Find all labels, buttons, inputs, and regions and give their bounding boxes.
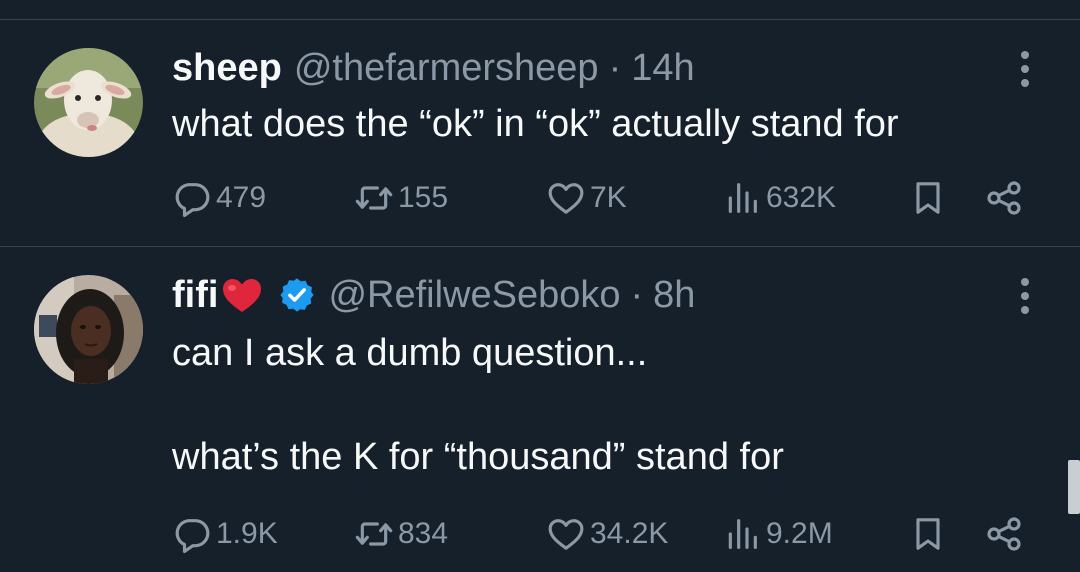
reply-icon — [175, 183, 210, 218]
avatar[interactable] — [34, 48, 143, 157]
like-button[interactable]: 34.2K — [546, 511, 668, 557]
tweet-sheep[interactable]: sheep @thefarmersheep · 14h what does th… — [0, 20, 1080, 246]
more-options-button[interactable] — [1010, 274, 1040, 318]
like-icon — [548, 183, 584, 214]
retweet-button[interactable]: 834 — [354, 511, 448, 557]
woman-avatar-image — [34, 275, 143, 384]
retweet-icon — [355, 186, 393, 210]
sheep-avatar-image — [34, 48, 143, 157]
like-icon — [548, 519, 584, 550]
retweet-count: 155 — [398, 181, 449, 214]
display-name[interactable]: sheep — [172, 46, 282, 90]
views-icon — [728, 519, 757, 549]
reply-button[interactable]: 479 — [172, 175, 266, 221]
views-count: 632K — [766, 181, 837, 214]
more-icon — [1021, 278, 1029, 314]
share-icon — [987, 517, 1021, 551]
tweet-text: what does the “ok” in “ok” actually stan… — [172, 98, 899, 150]
avatar[interactable] — [34, 275, 143, 384]
like-count: 34.2K — [590, 517, 669, 550]
timeline-feed: sheep @thefarmersheep · 14h what does th… — [0, 0, 1080, 572]
more-options-button[interactable] — [1010, 47, 1040, 91]
share-button[interactable] — [984, 175, 1024, 221]
share-button[interactable] — [984, 511, 1024, 557]
tweet-text-line: what’s the K for “thousand” stand for — [172, 436, 784, 478]
views-button[interactable]: 632K — [722, 175, 836, 221]
reply-count: 1.9K — [216, 517, 278, 550]
tweet-text: can I ask a dumb question... what’s the … — [172, 327, 784, 483]
red-heart-emoji-icon — [223, 279, 262, 312]
retweet-icon — [355, 522, 393, 546]
more-icon — [1021, 51, 1029, 87]
separator-dot: · — [608, 47, 622, 89]
retweet-button[interactable]: 155 — [354, 175, 448, 221]
views-count: 9.2M — [766, 517, 833, 550]
tweet-text-line: what does the “ok” in “ok” actually stan… — [172, 103, 899, 145]
bookmark-button[interactable] — [908, 511, 948, 557]
tweet-text-blank-line — [172, 379, 784, 431]
bookmark-icon — [916, 518, 940, 550]
reply-icon — [175, 519, 210, 554]
bookmark-button[interactable] — [908, 175, 948, 221]
separator-dot: · — [630, 274, 644, 316]
scrollbar-thumb[interactable] — [1068, 460, 1080, 514]
views-icon — [728, 183, 757, 213]
tweet-actions: 479 155 7K 632K — [172, 175, 1032, 221]
tweet-header: fifi @RefilweSeboko · 8h — [172, 273, 695, 317]
views-button[interactable]: 9.2M — [722, 511, 833, 557]
tweet-actions: 1.9K 834 34.2K 9.2M — [172, 511, 1032, 557]
user-handle[interactable]: @thefarmersheep — [294, 46, 599, 90]
like-button[interactable]: 7K — [546, 175, 627, 221]
bookmark-icon — [916, 182, 940, 214]
tweet-text-line: can I ask a dumb question... — [172, 332, 648, 374]
user-handle[interactable]: @RefilweSeboko — [328, 273, 620, 317]
reply-button[interactable]: 1.9K — [172, 511, 278, 557]
tweet-header: sheep @thefarmersheep · 14h — [172, 46, 695, 90]
tweet-fifi[interactable]: fifi @RefilweSeboko · 8h can I ask a dum… — [0, 247, 1080, 572]
timestamp[interactable]: 14h — [631, 46, 694, 90]
retweet-count: 834 — [398, 517, 449, 550]
like-count: 7K — [590, 181, 627, 214]
reply-count: 479 — [216, 181, 267, 214]
verified-badge-icon[interactable] — [278, 276, 316, 314]
share-icon — [987, 181, 1021, 215]
display-name[interactable]: fifi — [172, 273, 218, 317]
timestamp[interactable]: 8h — [653, 273, 695, 317]
